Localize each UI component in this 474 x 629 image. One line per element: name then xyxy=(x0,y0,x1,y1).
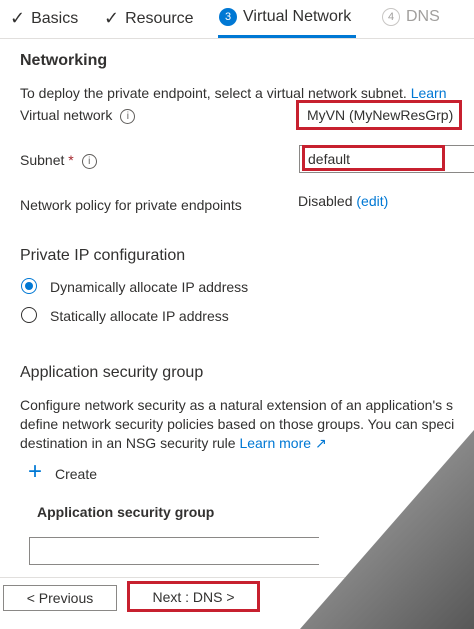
policy-edit-link[interactable]: (edit) xyxy=(356,193,388,209)
vnet-label: Virtual network i xyxy=(20,107,136,124)
next-dns-button[interactable]: Next : DNS > xyxy=(127,581,260,612)
plus-icon[interactable]: + xyxy=(28,460,42,484)
asg-column-header: Application security group xyxy=(37,504,215,520)
info-icon[interactable]: i xyxy=(81,154,97,169)
create-button[interactable]: Create xyxy=(55,466,97,482)
active-tab-indicator xyxy=(218,35,356,38)
subnet-value: default xyxy=(308,151,351,167)
networking-intro-text: To deploy the private endpoint, select a… xyxy=(20,85,407,101)
step-number-badge: 4 xyxy=(382,8,400,26)
networking-intro: To deploy the private endpoint, select a… xyxy=(20,85,447,101)
tab-virtual-network[interactable]: 3 Virtual Network xyxy=(219,8,351,26)
asg-desc-line3: destination in an NSG security rule Lear… xyxy=(20,435,327,452)
subnet-label: Subnet * i xyxy=(20,152,97,169)
asg-input[interactable] xyxy=(29,537,319,565)
radio-dynamic[interactable] xyxy=(21,278,37,294)
policy-label: Network policy for private endpoints xyxy=(20,197,242,213)
wizard-tabs: ✓ Basics ✓ Resource 3 Virtual Network 4 … xyxy=(0,0,474,39)
step-number-badge: 3 xyxy=(219,8,237,26)
ip-config-heading: Private IP configuration xyxy=(20,247,186,264)
radio-static-label: Statically allocate IP address xyxy=(50,308,229,324)
networking-heading: Networking xyxy=(20,52,108,69)
vnet-value[interactable]: MyVN (MyNewResGrp) xyxy=(307,107,453,123)
policy-status: Disabled xyxy=(298,193,353,209)
tab-basics[interactable]: ✓ Basics xyxy=(10,8,78,29)
asg-heading: Application security group xyxy=(20,364,204,381)
checkmark-icon: ✓ xyxy=(104,8,120,28)
info-icon[interactable]: i xyxy=(120,109,136,124)
learn-link[interactable]: Learn xyxy=(411,85,447,101)
vnet-label-text: Virtual network xyxy=(20,107,113,123)
tab-virtual-network-label: Virtual Network xyxy=(243,8,352,25)
learn-more-link[interactable]: Learn more ↗ xyxy=(239,435,326,451)
learn-more-text: Learn more xyxy=(239,435,312,451)
asg-desc-line1: Configure network security as a natural … xyxy=(20,397,454,413)
asg-desc-line3-text: destination in an NSG security rule xyxy=(20,435,236,451)
checkmark-icon: ✓ xyxy=(10,8,26,28)
tab-resource-label: Resource xyxy=(125,9,194,27)
tab-resource[interactable]: ✓ Resource xyxy=(104,8,194,29)
subnet-label-text: Subnet xyxy=(20,152,65,168)
required-marker: * xyxy=(68,152,74,168)
tab-dns-label: DNS xyxy=(406,8,440,25)
external-link-icon: ↗ xyxy=(314,435,327,451)
radio-static[interactable] xyxy=(21,307,37,323)
tab-dns[interactable]: 4 DNS xyxy=(382,8,440,26)
radio-dynamic-label: Dynamically allocate IP address xyxy=(50,279,249,295)
asg-desc-line2: define network security policies based o… xyxy=(20,416,455,432)
previous-button[interactable]: < Previous xyxy=(3,585,117,611)
tab-basics-label: Basics xyxy=(31,9,79,27)
policy-value: Disabled (edit) xyxy=(298,193,388,209)
